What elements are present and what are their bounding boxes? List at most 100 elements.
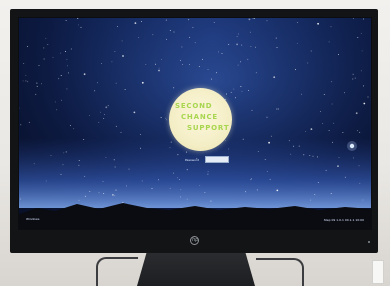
star	[124, 89, 126, 90]
star	[241, 90, 243, 92]
star	[269, 178, 271, 180]
star	[192, 27, 194, 29]
star	[312, 155, 314, 157]
star	[62, 164, 64, 166]
star	[317, 181, 319, 183]
star	[60, 75, 62, 76]
star	[122, 55, 124, 57]
star	[301, 93, 302, 95]
star	[344, 92, 345, 94]
star	[169, 187, 171, 189]
star	[133, 111, 136, 114]
wall-outlet	[372, 260, 384, 284]
star	[173, 87, 175, 89]
star	[66, 88, 68, 90]
star	[331, 81, 333, 83]
star	[66, 58, 68, 60]
star	[80, 26, 82, 28]
star	[102, 181, 104, 183]
star	[256, 189, 258, 191]
star	[65, 151, 67, 153]
star	[94, 90, 96, 92]
star	[43, 47, 45, 49]
star	[38, 65, 40, 66]
star	[165, 19, 167, 21]
star	[65, 19, 67, 21]
star	[248, 89, 250, 91]
star	[103, 118, 105, 120]
star	[99, 111, 101, 113]
star	[255, 46, 256, 48]
star	[177, 154, 179, 156]
star	[179, 196, 181, 198]
star	[185, 151, 187, 153]
star	[105, 157, 107, 159]
star	[226, 93, 227, 95]
star	[249, 31, 251, 33]
star	[241, 44, 243, 46]
star	[120, 132, 122, 134]
star	[189, 36, 190, 38]
star	[188, 19, 190, 21]
star	[126, 185, 127, 187]
star	[52, 56, 54, 58]
star	[352, 73, 354, 75]
star	[273, 76, 276, 79]
cable-right	[256, 258, 304, 286]
star	[235, 97, 237, 99]
star	[36, 82, 38, 84]
star	[77, 24, 79, 26]
star	[128, 168, 130, 170]
star	[276, 47, 278, 49]
star	[342, 132, 344, 134]
hp-logo-text: hp	[192, 237, 199, 243]
star	[84, 195, 86, 197]
star	[333, 122, 335, 124]
star	[78, 199, 80, 201]
star	[134, 22, 137, 24]
star	[180, 60, 182, 61]
star	[61, 99, 62, 101]
star	[114, 50, 116, 52]
star	[179, 178, 181, 180]
star	[161, 58, 162, 60]
star	[158, 69, 160, 72]
star	[224, 139, 226, 141]
star	[58, 78, 60, 80]
star	[337, 165, 339, 168]
star	[352, 78, 354, 80]
star	[47, 44, 49, 46]
star	[362, 199, 364, 201]
star	[41, 83, 43, 85]
star	[56, 109, 58, 111]
star	[217, 51, 219, 53]
star	[363, 102, 366, 105]
power-button[interactable]	[368, 241, 370, 243]
star	[358, 165, 360, 167]
star	[320, 110, 321, 112]
star	[50, 154, 52, 156]
star	[328, 129, 330, 131]
star	[151, 188, 153, 190]
star	[360, 32, 362, 34]
star	[254, 18, 255, 19]
star	[166, 38, 167, 40]
star	[317, 22, 319, 25]
star	[276, 189, 279, 192]
star	[160, 117, 162, 118]
star	[67, 72, 69, 74]
star	[114, 166, 116, 168]
logo-line-1: SECOND	[175, 102, 213, 110]
star	[266, 170, 268, 172]
star	[89, 190, 91, 192]
star	[116, 26, 118, 28]
star	[325, 169, 327, 171]
star	[98, 192, 100, 194]
star	[98, 122, 100, 124]
star	[189, 63, 191, 65]
star	[141, 81, 144, 84]
star	[54, 101, 56, 103]
password-field[interactable]	[205, 156, 229, 163]
star	[228, 148, 230, 150]
star	[307, 62, 309, 64]
